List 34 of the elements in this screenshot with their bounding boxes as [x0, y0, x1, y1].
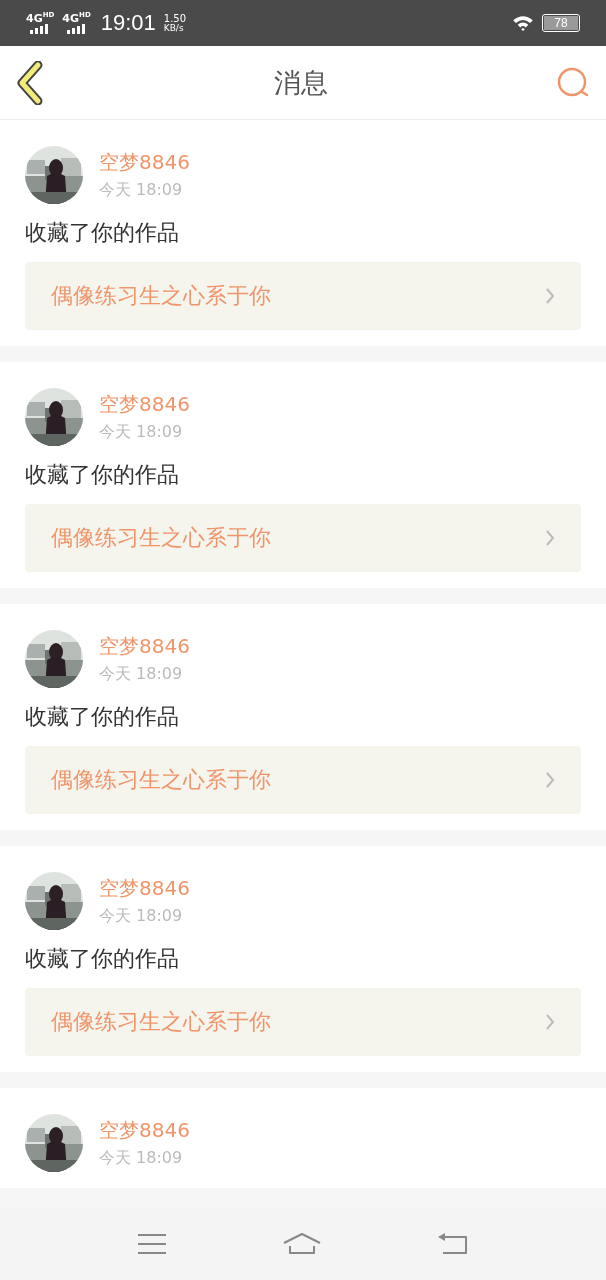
chevron-right-icon: [545, 1013, 555, 1031]
work-link[interactable]: 偶像练习生之心系于你: [25, 746, 581, 814]
message-text: 收藏了你的作品: [25, 945, 180, 973]
battery-indicator: 78: [542, 14, 580, 32]
network-speed: 1.50: [163, 13, 187, 24]
wifi-icon: [512, 15, 534, 31]
network-label: 4G$^{HD}$: [26, 12, 55, 24]
speed-unit: KB/s: [163, 23, 185, 33]
timestamp: 今天 18:09: [99, 422, 184, 443]
work-link[interactable]: 偶像练习生之心系于你: [25, 262, 581, 330]
message-text: 收藏了你的作品: [25, 703, 180, 731]
page-title: 消息: [274, 65, 328, 100]
username[interactable]: 空梦8846: [99, 875, 190, 902]
work-link[interactable]: 偶像练习生之心系于你: [25, 988, 581, 1056]
timestamp: 今天 18:09: [99, 1148, 184, 1169]
home-icon[interactable]: [282, 1232, 322, 1256]
clock: 19:01: [100, 10, 156, 36]
chevron-right-icon: [545, 529, 555, 547]
timestamp: 今天 18:09: [99, 664, 184, 685]
message-text: 收藏了你的作品: [25, 219, 180, 247]
signal-icon: [65, 23, 88, 34]
timestamp: 今天 18:09: [99, 906, 184, 927]
chevron-right-icon: [545, 287, 555, 305]
menu-icon[interactable]: [137, 1232, 168, 1256]
chevron-right-icon: [545, 771, 555, 789]
timestamp: 今天 18:09: [99, 180, 184, 201]
back-icon[interactable]: [436, 1232, 469, 1256]
message-text: 收藏了你的作品: [25, 461, 180, 489]
username[interactable]: 空梦8846: [99, 633, 190, 660]
username[interactable]: 空梦8846: [99, 1117, 190, 1144]
work-link[interactable]: 偶像练习生之心系于你: [25, 504, 581, 572]
username[interactable]: 空梦8846: [99, 149, 190, 176]
network-label: 4G$^{HD}$: [62, 12, 91, 24]
username[interactable]: 空梦8846: [99, 391, 190, 418]
